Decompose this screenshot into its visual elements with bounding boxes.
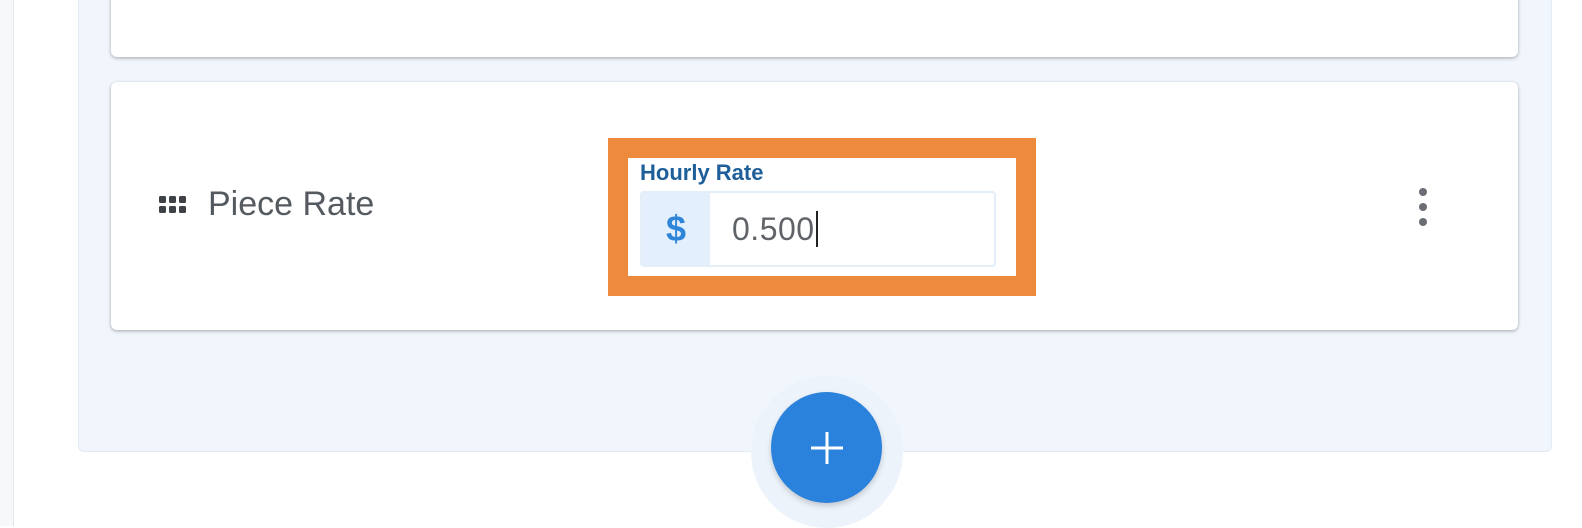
hourly-rate-input-group[interactable]: $ 0.500: [640, 191, 996, 267]
currency-prefix: $: [642, 193, 710, 265]
add-rate-button[interactable]: [771, 392, 882, 503]
text-caret: [815, 211, 818, 247]
drag-handle-icon[interactable]: [159, 195, 187, 215]
more-dot: [1419, 188, 1427, 196]
plus-icon: [810, 431, 843, 464]
more-dot: [1419, 203, 1427, 211]
hourly-rate-value: 0.500: [732, 211, 815, 247]
rate-type-title: Piece Rate: [208, 185, 375, 223]
previous-rate-card: [111, 0, 1518, 57]
left-edge-divider: [0, 0, 14, 526]
more-vert-icon[interactable]: [1410, 188, 1436, 226]
more-dot: [1419, 218, 1427, 226]
hourly-rate-label: Hourly Rate: [640, 160, 764, 185]
hourly-rate-input[interactable]: 0.500: [710, 193, 994, 265]
